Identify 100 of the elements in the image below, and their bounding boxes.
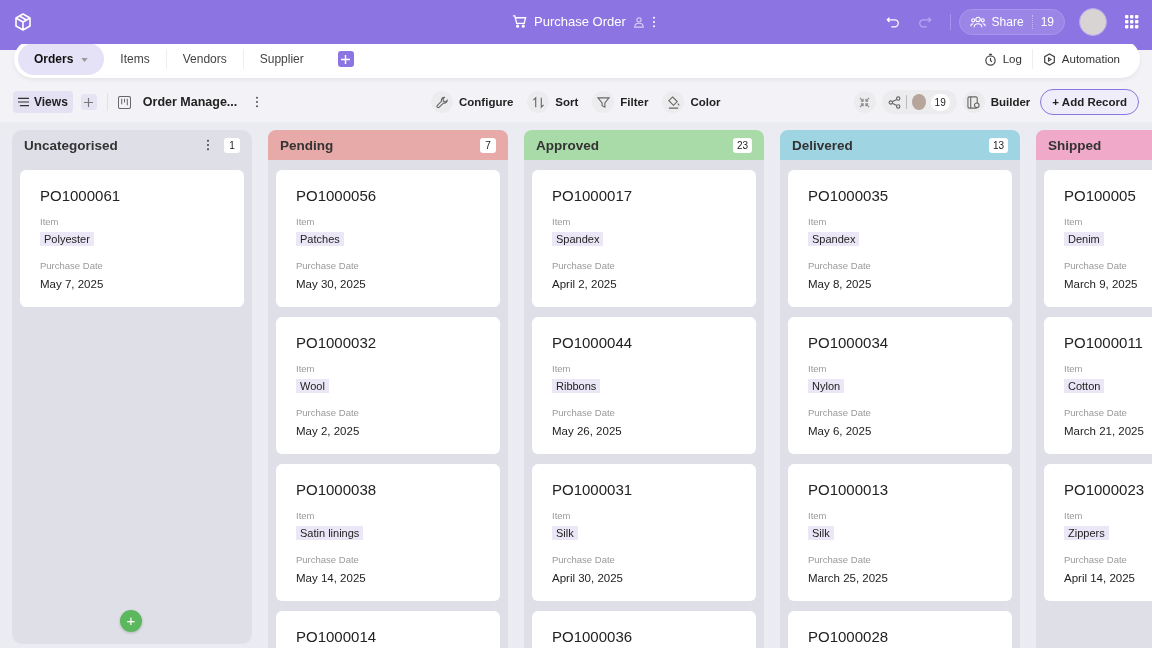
- field-label: Item: [1064, 216, 1083, 227]
- cube-logo-icon[interactable]: [13, 12, 33, 32]
- item-tag: Denim: [1064, 232, 1104, 246]
- field-label: Item: [1064, 363, 1083, 374]
- column-title: Shipped: [1048, 137, 1103, 153]
- record-card[interactable]: PO1000017 Item Spandex Purchase Date April 2, 2025: [532, 170, 756, 307]
- purchase-date: April 30, 2025: [552, 572, 623, 584]
- field-label: Item: [296, 216, 315, 227]
- more-icon[interactable]: [651, 15, 656, 28]
- plus-icon: [341, 54, 351, 64]
- purchase-date: May 26, 2025: [552, 425, 622, 437]
- toolbar-button[interactable]: Configure: [431, 91, 514, 113]
- purchase-date: April 14, 2025: [1064, 572, 1135, 584]
- view-name[interactable]: Order Manage...: [142, 95, 238, 109]
- record-id: PO1000017: [552, 187, 633, 204]
- collaborator-count: 19: [930, 93, 950, 111]
- record-id: PO100005: [1064, 187, 1136, 204]
- item-tag: Cotton: [1064, 379, 1105, 393]
- count-badge: 13: [988, 137, 1008, 153]
- record-card[interactable]: PO1000023 Item Zippers Purchase Date April 14, 2025: [1044, 464, 1152, 601]
- item-tag: Silk: [552, 526, 578, 540]
- record-id: PO1000023: [1064, 481, 1145, 498]
- record-card[interactable]: PO1000056 Item Patches Purchase Date May 30, 2025: [276, 170, 500, 307]
- apps-grid-icon[interactable]: [1125, 15, 1139, 29]
- collaborators-pill[interactable]: 19: [881, 90, 957, 114]
- column-title: Pending: [280, 137, 335, 153]
- field-label: Purchase Date: [1064, 554, 1127, 565]
- tab[interactable]: Items: [112, 43, 158, 75]
- field-label: Purchase Date: [808, 260, 871, 271]
- user-avatar[interactable]: [1079, 8, 1107, 36]
- builder-button[interactable]: Builder: [962, 91, 1031, 113]
- add-tab-button[interactable]: [337, 51, 354, 67]
- tab-action-button[interactable]: Automation: [1040, 48, 1122, 70]
- tab[interactable]: Orders: [18, 43, 105, 75]
- field-label: Purchase Date: [296, 554, 359, 565]
- wrench-icon: [435, 95, 449, 109]
- item-tag: Silk: [808, 526, 834, 540]
- record-card[interactable]: PO1000014: [276, 611, 500, 648]
- record-card[interactable]: PO1000034 Item Nylon Purchase Date May 6, 2025: [788, 317, 1012, 454]
- record-card[interactable]: PO1000036: [532, 611, 756, 648]
- field-label: Item: [296, 510, 315, 521]
- record-card[interactable]: PO100005 Item Denim Purchase Date March 9, 2025: [1044, 170, 1152, 307]
- toolbar-button[interactable]: Filter: [592, 91, 649, 113]
- field-label: Purchase Date: [808, 554, 871, 565]
- record-id: PO1000032: [296, 334, 377, 351]
- page-title: Purchase Order: [534, 14, 626, 29]
- count-badge: 7: [480, 137, 496, 153]
- field-label: Item: [808, 363, 827, 374]
- record-id: PO1000034: [808, 334, 889, 351]
- item-tag: Zippers: [1064, 526, 1109, 540]
- count-badge: 23: [732, 137, 752, 153]
- builder-icon: [967, 95, 981, 109]
- purchase-date: March 21, 2025: [1064, 425, 1144, 437]
- record-id: PO1000038: [296, 481, 377, 498]
- record-id: PO1000031: [552, 481, 633, 498]
- toolbar-button[interactable]: Sort: [527, 91, 579, 113]
- more-icon[interactable]: [206, 139, 210, 151]
- tab[interactable]: Supplier: [251, 43, 312, 75]
- field-label: Item: [808, 510, 827, 521]
- toolbar-button[interactable]: Color: [662, 91, 721, 113]
- add-record-button[interactable]: + Add Record: [1040, 89, 1139, 115]
- collapse-icon: [859, 96, 871, 108]
- record-card[interactable]: PO1000011 Item Cotton Purchase Date March 21, 2025: [1044, 317, 1152, 454]
- item-tag: Polyester: [40, 232, 94, 246]
- record-card[interactable]: PO1000061 Item Polyester Purchase Date May 7, 2025: [20, 170, 244, 307]
- hexagon-play-icon: [1042, 52, 1056, 66]
- record-card[interactable]: PO1000028: [788, 611, 1012, 648]
- stopwatch-icon: [983, 52, 997, 66]
- item-tag: Spandex: [552, 232, 604, 246]
- person-icon[interactable]: [632, 15, 645, 28]
- more-icon[interactable]: [255, 96, 260, 108]
- undo-icon[interactable]: [885, 15, 900, 29]
- record-id: PO1000036: [552, 628, 633, 645]
- collapse-button[interactable]: [853, 91, 876, 113]
- record-id: PO1000035: [808, 187, 889, 204]
- paint-bucket-icon: [666, 95, 680, 109]
- field-label: Purchase Date: [1064, 260, 1127, 271]
- field-label: Item: [40, 216, 59, 227]
- record-card[interactable]: PO1000031 Item Silk Purchase Date April 30, 2025: [532, 464, 756, 601]
- tab[interactable]: Vendors: [174, 43, 235, 75]
- add-view-button[interactable]: [80, 94, 97, 110]
- record-id: PO1000061: [40, 187, 121, 204]
- board-icon: [117, 95, 131, 109]
- field-label: Purchase Date: [296, 260, 359, 271]
- field-label: Item: [808, 216, 827, 227]
- record-card[interactable]: PO1000038 Item Satin linings Purchase Date May 14, 2025: [276, 464, 500, 601]
- column-title: Delivered: [792, 137, 854, 153]
- tab-action-button[interactable]: Log: [981, 48, 1024, 70]
- record-card[interactable]: PO1000044 Item Ribbons Purchase Date May 26, 2025: [532, 317, 756, 454]
- record-card[interactable]: PO1000035 Item Spandex Purchase Date May 8, 2025: [788, 170, 1012, 307]
- item-tag: Wool: [296, 379, 329, 393]
- caret-icon: [81, 58, 89, 62]
- record-id: PO1000011: [1064, 334, 1143, 351]
- item-tag: Ribbons: [552, 379, 601, 393]
- record-card[interactable]: PO1000032 Item Wool Purchase Date May 2, 2025: [276, 317, 500, 454]
- menu-icon: [18, 97, 29, 107]
- views-button[interactable]: Views: [13, 91, 73, 113]
- record-id: PO1000013: [808, 481, 889, 498]
- record-card[interactable]: PO1000013 Item Silk Purchase Date March 25, 2025: [788, 464, 1012, 601]
- purchase-date: May 2, 2025: [296, 425, 360, 437]
